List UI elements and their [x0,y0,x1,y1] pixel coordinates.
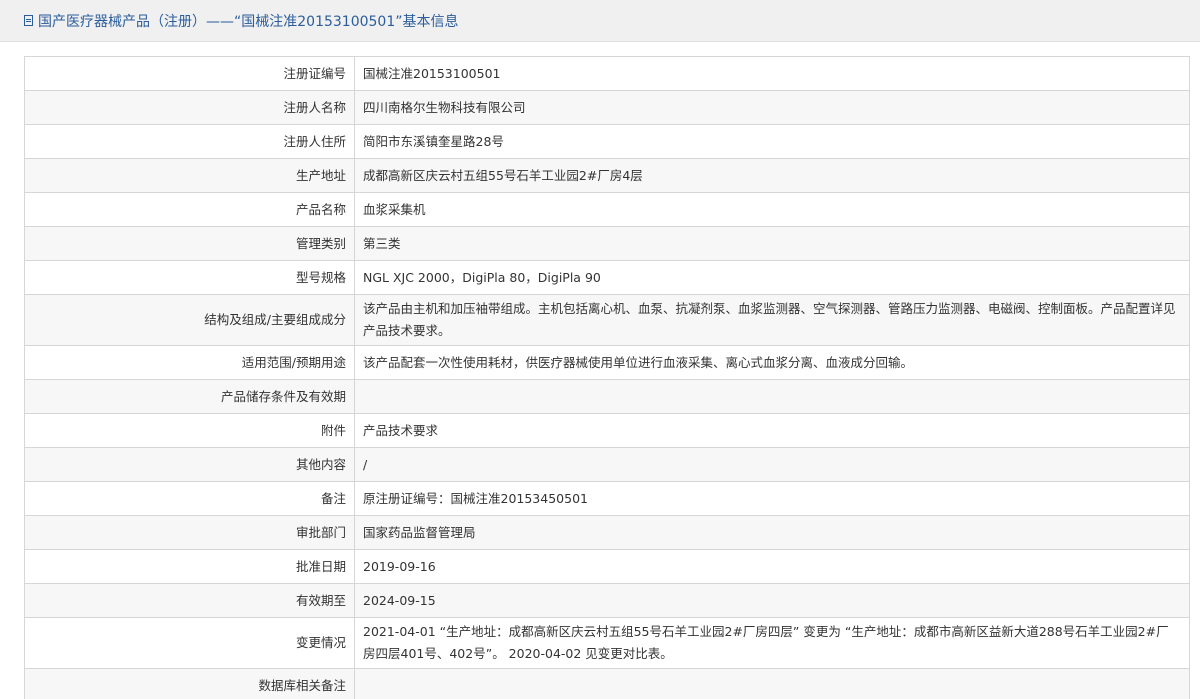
field-label: 数据库相关备注 [24,668,355,699]
table-row: 注册人住所 简阳市东溪镇奎星路28号 [24,124,1190,159]
field-label: 注册人住所 [24,124,355,159]
table-row: 结构及组成/主要组成成分 该产品由主机和加压袖带组成。主机包括离心机、血泵、抗凝… [24,294,1190,346]
field-value: 2021-04-01 “生产地址：成都高新区庆云村五组55号石羊工业园2#厂房四… [354,617,1190,669]
table-row: 适用范围/预期用途 该产品配套一次性使用耗材，供医疗器械使用单位进行血液采集、离… [24,345,1190,380]
info-table: 注册证编号 国械注准20153100501 注册人名称 四川南格尔生物科技有限公… [24,56,1190,699]
table-row: 型号规格 NGL XJC 2000，DigiPla 80，DigiPla 90 [24,260,1190,295]
field-value: 原注册证编号：国械注准20153450501 [354,481,1190,516]
table-row: 管理类别 第三类 [24,226,1190,261]
field-value: 该产品配套一次性使用耗材，供医疗器械使用单位进行血液采集、离心式血浆分离、血液成… [354,345,1190,380]
field-label: 管理类别 [24,226,355,261]
document-icon [24,15,33,26]
field-label: 型号规格 [24,260,355,295]
field-value: 2024-09-15 [354,583,1190,618]
field-label: 注册证编号 [24,56,355,91]
table-row: 备注 原注册证编号：国械注准20153450501 [24,481,1190,516]
field-value: 血浆采集机 [354,192,1190,227]
table-row: 附件 产品技术要求 [24,413,1190,448]
table-row: 注册证编号 国械注准20153100501 [24,56,1190,91]
field-label: 产品储存条件及有效期 [24,379,355,414]
table-row: 批准日期 2019-09-16 [24,549,1190,584]
info-table-container: 注册证编号 国械注准20153100501 注册人名称 四川南格尔生物科技有限公… [0,42,1200,699]
field-value: / [354,447,1190,482]
field-value: 四川南格尔生物科技有限公司 [354,90,1190,125]
table-row: 注册人名称 四川南格尔生物科技有限公司 [24,90,1190,125]
table-row: 其他内容 / [24,447,1190,482]
field-label: 有效期至 [24,583,355,618]
table-row: 数据库相关备注 [24,668,1190,699]
field-value: 简阳市东溪镇奎星路28号 [354,124,1190,159]
field-label: 产品名称 [24,192,355,227]
field-value [354,379,1190,414]
field-label: 审批部门 [24,515,355,550]
field-label: 注册人名称 [24,90,355,125]
page-header: 国产医疗器械产品（注册）——“国械注准20153100501”基本信息 [0,0,1200,42]
field-label: 附件 [24,413,355,448]
field-value: NGL XJC 2000，DigiPla 80，DigiPla 90 [354,260,1190,295]
field-value: 第三类 [354,226,1190,261]
field-value: 2019-09-16 [354,549,1190,584]
field-label: 变更情况 [24,617,355,669]
page-title: 国产医疗器械产品（注册）——“国械注准20153100501”基本信息 [38,13,459,30]
field-value: 国械注准20153100501 [354,56,1190,91]
field-label: 结构及组成/主要组成成分 [24,294,355,346]
field-label: 生产地址 [24,158,355,193]
table-row: 有效期至 2024-09-15 [24,583,1190,618]
table-row: 产品名称 血浆采集机 [24,192,1190,227]
table-row: 变更情况 2021-04-01 “生产地址：成都高新区庆云村五组55号石羊工业园… [24,617,1190,669]
field-label: 适用范围/预期用途 [24,345,355,380]
field-value: 产品技术要求 [354,413,1190,448]
field-value: 该产品由主机和加压袖带组成。主机包括离心机、血泵、抗凝剂泵、血浆监测器、空气探测… [354,294,1190,346]
field-label: 其他内容 [24,447,355,482]
table-row: 审批部门 国家药品监督管理局 [24,515,1190,550]
table-row: 产品储存条件及有效期 [24,379,1190,414]
field-value: 成都高新区庆云村五组55号石羊工业园2#厂房4层 [354,158,1190,193]
field-label: 备注 [24,481,355,516]
field-label: 批准日期 [24,549,355,584]
field-value: 国家药品监督管理局 [354,515,1190,550]
table-row: 生产地址 成都高新区庆云村五组55号石羊工业园2#厂房4层 [24,158,1190,193]
field-value [354,668,1190,699]
